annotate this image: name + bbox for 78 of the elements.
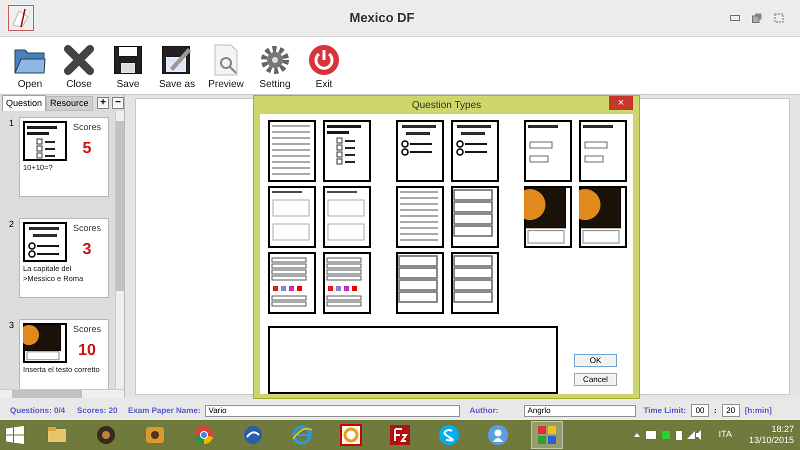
author-field[interactable]: Angrlo	[524, 404, 636, 416]
chat-icon	[437, 423, 461, 447]
time-unit: [h:min]	[744, 404, 772, 416]
questions-count: Questions: 0/4	[10, 404, 66, 416]
toolbar-button[interactable]: Close	[61, 44, 97, 90]
dialog-button[interactable]: OK	[574, 354, 617, 367]
time-separator: :	[714, 404, 717, 416]
question-template-thumbnail	[23, 121, 67, 161]
toolbar-button[interactable]: Preview	[208, 44, 244, 90]
question-template-thumbnail[interactable]	[268, 120, 316, 182]
scores-label: Scores	[72, 121, 101, 134]
dialog-title: Question Types	[410, 98, 482, 112]
minutes-field[interactable]: 20	[722, 404, 740, 417]
horizontal-scrollbar[interactable]	[0, 389, 124, 398]
file-transfer-icon	[388, 423, 412, 447]
question-template-thumbnail[interactable]	[323, 252, 371, 314]
ring-icon	[339, 423, 363, 447]
blocks-icon	[535, 423, 559, 447]
close-button[interactable]: ×	[609, 96, 633, 110]
taskbar-app-button[interactable]	[531, 421, 563, 449]
question-template-thumbnail[interactable]	[451, 252, 499, 314]
toolbar-button[interactable]: Save	[110, 44, 146, 90]
question-template-thumbnail	[23, 222, 67, 262]
sidebar-tab[interactable]: Question	[2, 95, 46, 111]
browser-icon	[192, 423, 216, 447]
question-template-thumbnail[interactable]	[396, 252, 444, 314]
question-template-thumbnail[interactable]	[451, 120, 499, 182]
scrollbar[interactable]	[115, 111, 124, 389]
question-template-thumbnail[interactable]	[268, 252, 316, 314]
toolbar-button[interactable]: Open	[12, 44, 48, 90]
toolbar-button[interactable]: Setting	[257, 44, 293, 90]
dialog-button[interactable]: Cancel	[574, 373, 617, 386]
window-title: Mexico DF	[349, 9, 414, 28]
power-icon	[308, 44, 340, 76]
language-indicator[interactable]: ITA	[718, 428, 732, 442]
question-template-thumbnail[interactable]	[579, 186, 627, 248]
toolbar-button[interactable]: Exit	[306, 44, 342, 90]
floppy-pencil-icon	[160, 44, 194, 76]
question-number: 2	[8, 218, 15, 231]
toolbar-button[interactable]: Save as	[159, 44, 195, 90]
app-logo-icon	[8, 5, 34, 31]
author-label: Author:	[469, 404, 500, 416]
scores-total: Scores: 20	[77, 404, 118, 416]
windows-logo-icon[interactable]	[6, 426, 24, 444]
question-template-thumbnail[interactable]	[396, 186, 444, 248]
browser-icon	[290, 423, 314, 447]
speaker-icon	[94, 423, 118, 447]
hours-field[interactable]: 00	[691, 404, 710, 417]
question-template-thumbnail[interactable]	[451, 186, 499, 248]
sidebar-tool-button[interactable]: −	[112, 97, 124, 109]
sidebar-tab[interactable]: Resource	[46, 96, 93, 110]
minimize-icon[interactable]	[730, 15, 740, 21]
score-value: 3	[82, 240, 92, 260]
question-template-thumbnail	[23, 323, 67, 363]
question-template-thumbnail[interactable]	[524, 120, 572, 182]
close-icon	[63, 44, 95, 76]
sidebar-tool-button[interactable]: +	[97, 97, 109, 109]
exam-name-field[interactable]: Vario	[205, 404, 460, 416]
question-template-thumbnail[interactable]	[323, 120, 371, 182]
question-template-thumbnail[interactable]	[579, 120, 627, 182]
scores-label: Scores	[72, 222, 101, 235]
maximize-icon[interactable]	[774, 13, 784, 23]
score-value: 5	[82, 138, 92, 158]
scores-label: Scores	[72, 323, 101, 336]
score-value: 10	[78, 340, 96, 360]
clock[interactable]: 18:27 13/10/2015	[748, 424, 794, 446]
restore-icon[interactable]	[752, 13, 762, 23]
exam-name-label: Exam Paper Name:	[128, 404, 200, 416]
person-icon	[486, 423, 510, 447]
question-template-thumbnail[interactable]	[396, 120, 444, 182]
question-number: 1	[8, 117, 15, 130]
question-template-thumbnail[interactable]	[524, 186, 572, 248]
question-template-thumbnail[interactable]	[268, 186, 316, 248]
time-limit-label: Time Limit:	[643, 404, 686, 416]
system-tray-icon[interactable]	[632, 429, 702, 441]
settings-icon	[258, 44, 292, 76]
question-number: 3	[8, 319, 15, 332]
question-template-thumbnail[interactable]	[323, 186, 371, 248]
